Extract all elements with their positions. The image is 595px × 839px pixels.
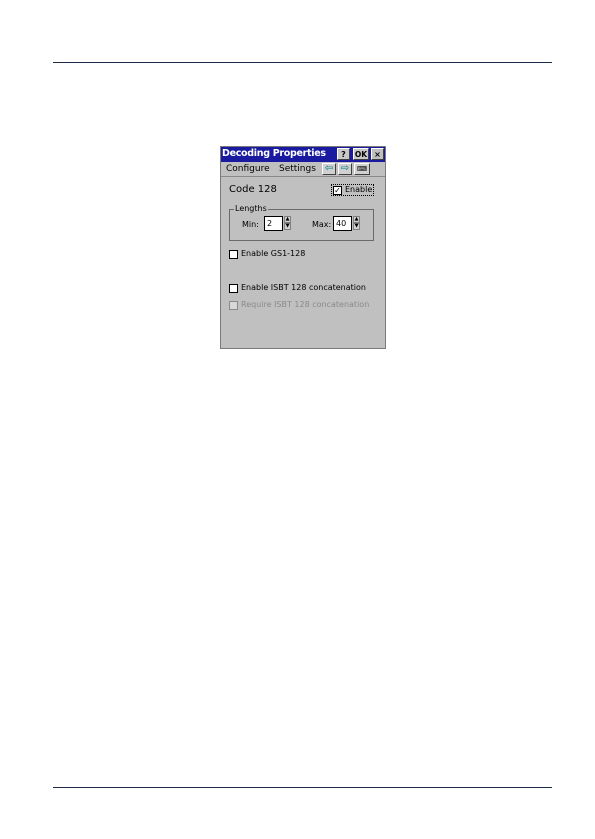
- isbt-concatenation-checkbox[interactable]: [229, 284, 238, 293]
- back-button[interactable]: ⇦: [322, 163, 336, 175]
- forward-button[interactable]: ⇨: [338, 163, 352, 175]
- symbology-label: Code 128: [229, 184, 277, 195]
- keyboard-icon: ⌨: [356, 164, 368, 173]
- close-icon: ×: [374, 149, 381, 159]
- require-isbt-checkbox: [229, 301, 238, 310]
- close-button[interactable]: ×: [371, 148, 384, 160]
- spin-up-icon[interactable]: ▲: [353, 216, 360, 223]
- min-label: Min:: [242, 220, 259, 229]
- menu-configure[interactable]: Configure: [226, 164, 270, 174]
- decoding-properties-dialog: Decoding Properties ? OK × Configure Set…: [220, 146, 386, 349]
- enable-checkbox[interactable]: ✓: [333, 186, 342, 195]
- max-stepper[interactable]: ▲ ▼: [353, 216, 360, 231]
- page-footer-rule: [53, 787, 552, 788]
- help-button[interactable]: ?: [337, 148, 350, 160]
- keyboard-button[interactable]: ⌨: [354, 163, 370, 175]
- ok-button[interactable]: OK: [353, 148, 369, 160]
- window-title: Decoding Properties: [222, 148, 326, 159]
- gs1-checkbox[interactable]: [229, 250, 238, 259]
- enable-label: Enable: [345, 185, 373, 194]
- gs1-label: Enable GS1-128: [241, 249, 306, 258]
- lengths-group: Lengths Min: 2 ▲ ▼ Max: 40 ▲ ▼: [229, 204, 374, 241]
- require-isbt-label: Require ISBT 128 concatenation: [241, 300, 370, 309]
- check-icon: ✓: [334, 186, 341, 195]
- max-label: Max:: [312, 220, 332, 229]
- page-header-rule: [53, 62, 552, 63]
- isbt-concatenation-label: Enable ISBT 128 concatenation: [241, 283, 366, 292]
- menu-bar: Configure Settings ⇦ ⇨ ⌨: [221, 162, 385, 177]
- spin-down-icon[interactable]: ▼: [284, 223, 291, 230]
- max-input[interactable]: 40: [333, 216, 352, 231]
- title-bar: Decoding Properties ? OK ×: [221, 147, 385, 162]
- spin-up-icon[interactable]: ▲: [284, 216, 291, 223]
- spin-down-icon[interactable]: ▼: [353, 223, 360, 230]
- arrow-left-icon: ⇦: [324, 163, 334, 174]
- min-stepper[interactable]: ▲ ▼: [284, 216, 291, 231]
- menu-settings[interactable]: Settings: [279, 164, 316, 174]
- arrow-right-icon: ⇨: [340, 163, 350, 174]
- min-input[interactable]: 2: [264, 216, 283, 231]
- lengths-legend: Lengths: [234, 204, 268, 213]
- help-icon: ?: [341, 149, 346, 159]
